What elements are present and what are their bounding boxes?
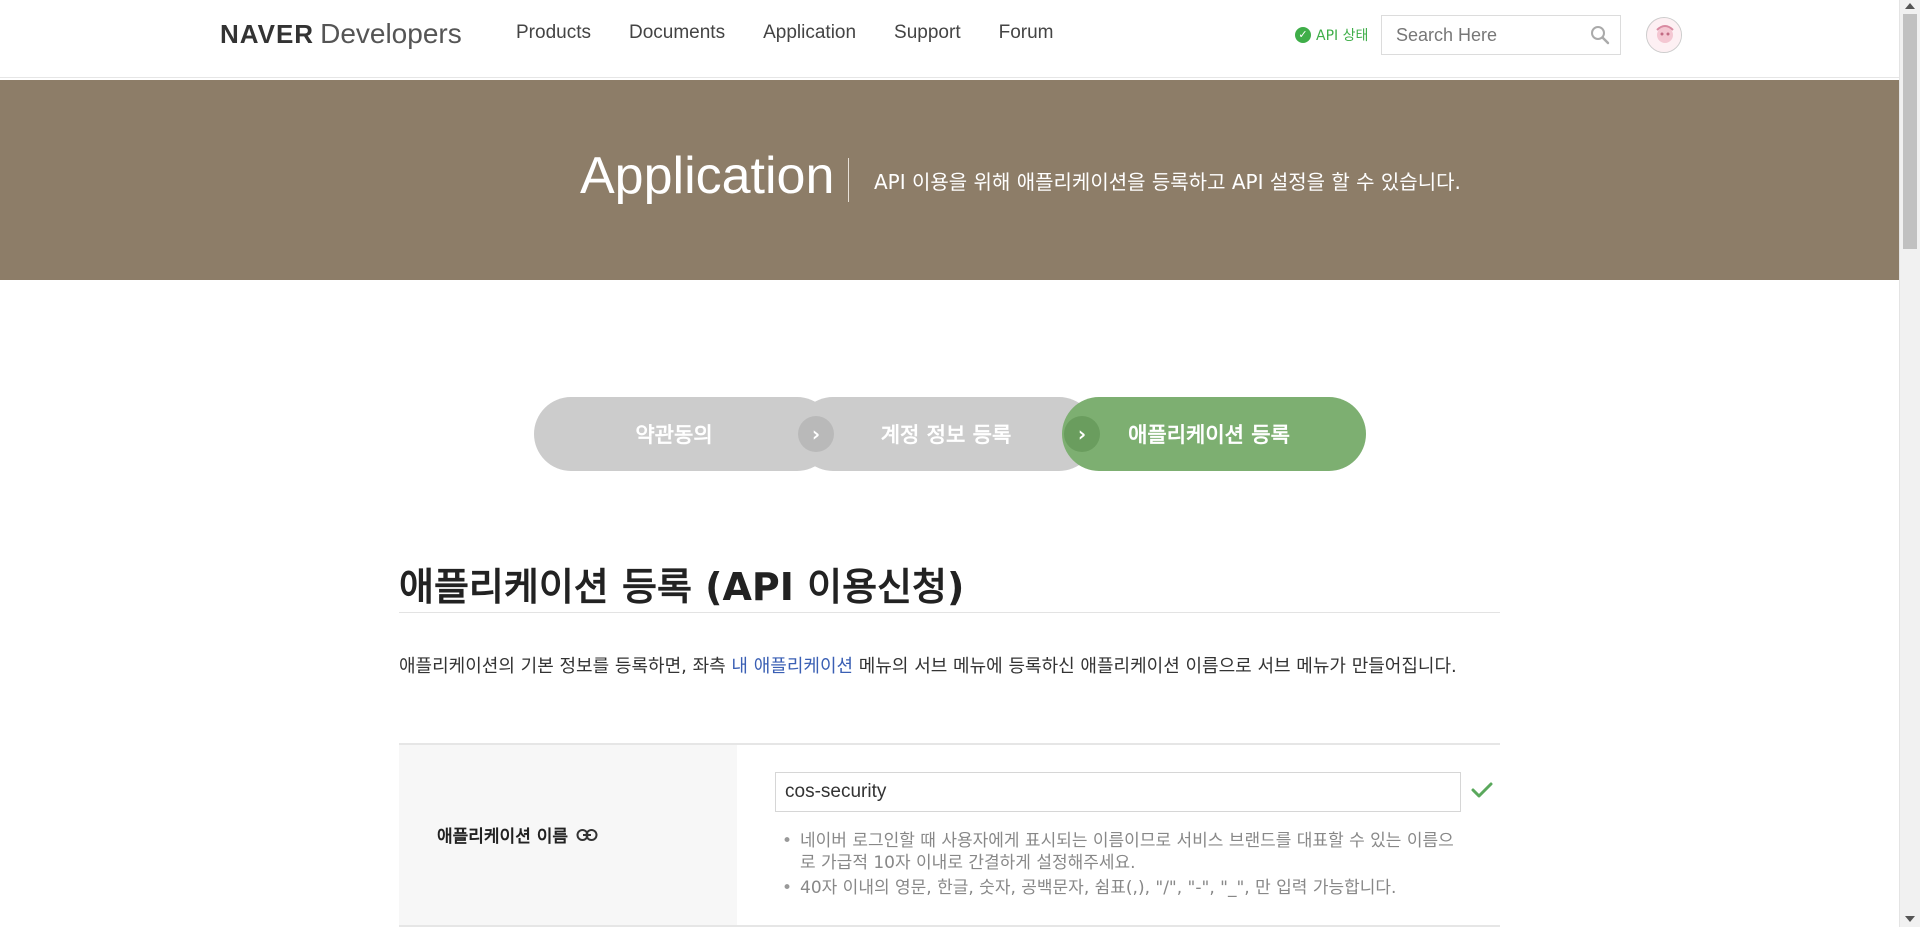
desc-text: 메뉴의 서브 메뉴에 등록하신 애플리케이션 이름으로 서브 메뉴가 만들어집니… xyxy=(853,656,1457,677)
search-icon[interactable] xyxy=(1590,25,1610,45)
registration-steps: 약관동의 계정 정보 등록 애플리케이션 등록 › › xyxy=(534,397,1366,471)
search-box xyxy=(1381,15,1621,55)
banner-subtitle: API 이용을 위해 애플리케이션을 등록하고 API 설정을 할 수 있습니다… xyxy=(874,170,1461,194)
main-nav: Products Documents Application Support F… xyxy=(516,22,1054,44)
banner-title: Application xyxy=(580,147,835,205)
user-avatar[interactable] xyxy=(1646,17,1682,53)
nav-products[interactable]: Products xyxy=(516,22,591,44)
desc-text: 애플리케이션의 기본 정보를 등록하면, 좌측 xyxy=(399,656,732,677)
banner-divider xyxy=(848,158,849,202)
scroll-down-arrow-icon[interactable] xyxy=(1905,916,1915,922)
my-applications-link[interactable]: 내 애플리케이션 xyxy=(731,656,853,677)
checkmark-icon xyxy=(1471,782,1493,798)
nav-support[interactable]: Support xyxy=(894,22,961,44)
chevron-right-icon: › xyxy=(1064,416,1100,452)
hint-item: 40자 이내의 영문, 한글, 숫자, 공백문자, 쉼표(,), "/", "-… xyxy=(780,877,1460,899)
chevron-right-icon: › xyxy=(798,416,834,452)
app-name-label-text: 애플리케이션 이름 xyxy=(437,827,569,847)
app-name-label: 애플리케이션 이름 xyxy=(437,822,598,847)
api-status-link[interactable]: ✓ API 상태 xyxy=(1295,25,1368,45)
step-label: 약관동의 xyxy=(635,423,713,447)
app-name-hints: 네이버 로그인할 때 사용자에게 표시되는 이름이므로 서비스 브랜드를 대표할… xyxy=(780,830,1460,902)
nav-application[interactable]: Application xyxy=(763,22,856,44)
api-status-label: API 상태 xyxy=(1316,28,1369,44)
step-label: 계정 정보 등록 xyxy=(880,423,1012,447)
check-circle-icon: ✓ xyxy=(1295,27,1311,43)
section-description: 애플리케이션의 기본 정보를 등록하면, 좌측 내 애플리케이션 메뉴의 서브 … xyxy=(399,650,1500,684)
scroll-up-arrow-icon[interactable] xyxy=(1905,3,1915,9)
top-header: NAVER Developers Products Documents Appli… xyxy=(0,0,1899,78)
scroll-thumb[interactable] xyxy=(1903,14,1917,249)
naver-developers-logo[interactable]: NAVER Developers xyxy=(220,18,462,50)
logo-product: Developers xyxy=(320,18,462,49)
hint-item: 네이버 로그인할 때 사용자에게 표시되는 이름이므로 서비스 브랜드를 대표할… xyxy=(780,830,1460,874)
link-icon[interactable] xyxy=(576,828,598,842)
step-app-registration: 애플리케이션 등록 xyxy=(1062,397,1366,471)
logo-brand: NAVER xyxy=(220,19,315,49)
avatar-image-icon xyxy=(1647,18,1681,52)
page-scrollbar[interactable] xyxy=(1899,0,1920,927)
step-terms-agreement: 약관동의 xyxy=(534,397,834,471)
nav-documents[interactable]: Documents xyxy=(629,22,725,44)
step-label: 애플리케이션 등록 xyxy=(1128,423,1290,447)
nav-forum[interactable]: Forum xyxy=(999,22,1054,44)
page-title: 애플리케이션 등록 (API 이용신청) xyxy=(399,565,965,609)
divider xyxy=(399,612,1500,613)
step-account-info: 계정 정보 등록 xyxy=(796,397,1096,471)
app-name-input[interactable] xyxy=(775,772,1461,812)
page-banner: Application API 이용을 위해 애플리케이션을 등록하고 API … xyxy=(0,80,1899,280)
search-input[interactable] xyxy=(1382,16,1582,54)
